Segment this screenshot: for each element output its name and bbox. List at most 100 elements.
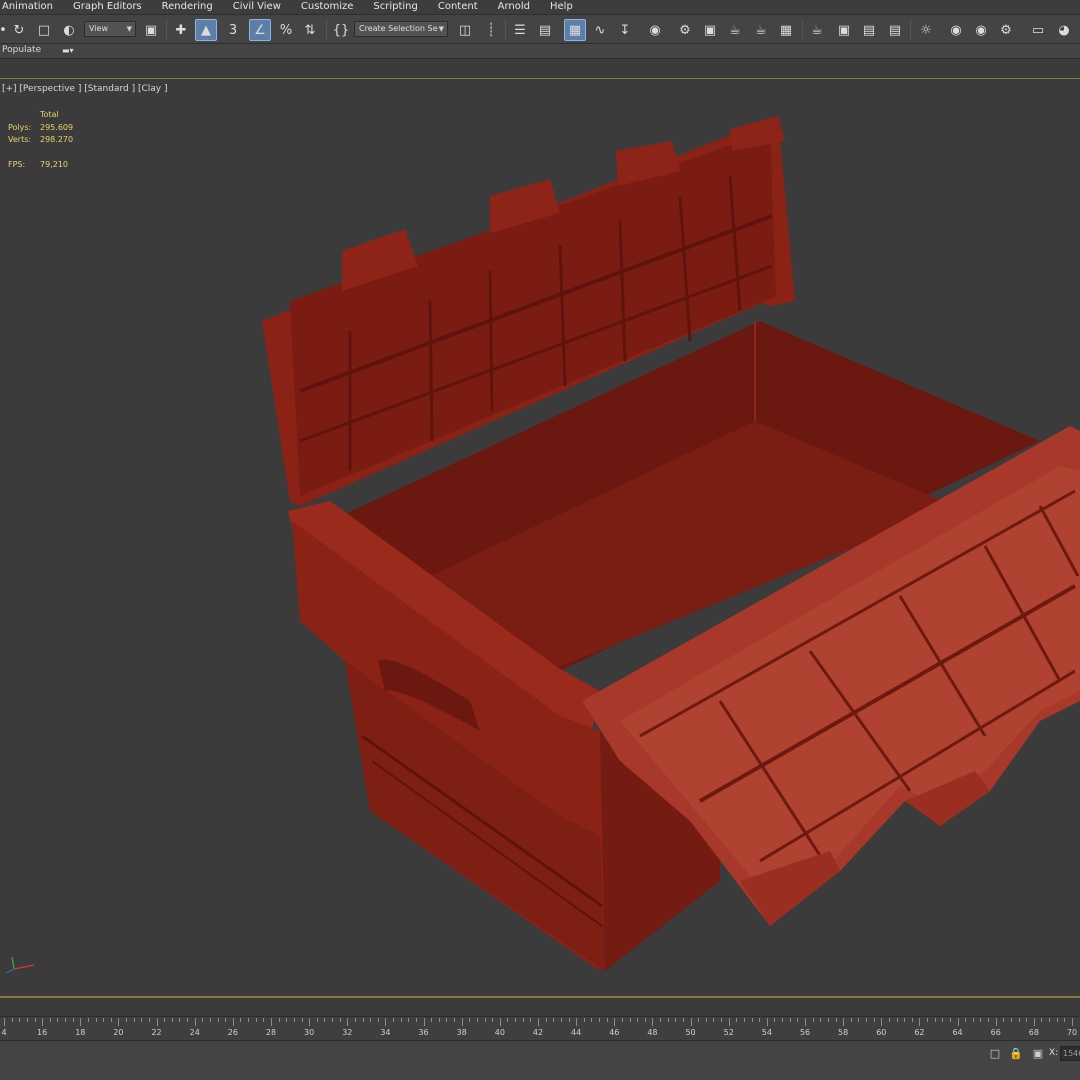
x-coord-field[interactable]: 1546 (1060, 1046, 1080, 1061)
perspective-viewport[interactable]: [+] [Perspective ] [Standard ] [Clay ] T… (0, 78, 1080, 996)
timeline-tick-label: 68 (1028, 1028, 1039, 1037)
menu-content[interactable]: Content (438, 0, 478, 14)
menu-animation[interactable]: Animation (2, 0, 53, 14)
menu-arnold[interactable]: Arnold (498, 0, 530, 14)
menu-customize[interactable]: Customize (301, 0, 354, 14)
render-iterative-icon[interactable]: ☕ (750, 19, 772, 41)
timeline-tick (347, 1018, 349, 1026)
scene-explorer-icon[interactable]: ☰ (509, 19, 531, 41)
menu-rendering[interactable]: Rendering (162, 0, 213, 14)
chevron-down-icon: ▼ (438, 25, 444, 33)
toolbar-divider (910, 20, 911, 40)
isolate-selection-icon[interactable]: □ (988, 1047, 1002, 1061)
crate-model[interactable] (0, 79, 1080, 996)
timeline-tick (698, 1018, 700, 1022)
timeline-tick (774, 1018, 776, 1022)
timeline-tick (690, 1018, 692, 1026)
menu-scripting[interactable]: Scripting (373, 0, 417, 14)
timeline-tick (988, 1018, 990, 1022)
use-pivot-center-icon[interactable]: ▣ (140, 19, 162, 41)
timeline-tick (26, 1018, 28, 1022)
render-region-icon[interactable]: ▭ (1027, 19, 1049, 41)
curve-editor-icon[interactable]: ∿ (589, 19, 611, 41)
window-crossing-icon[interactable]: ◐ (58, 19, 80, 41)
timeline-tick (957, 1018, 959, 1026)
timeline-tick (759, 1018, 761, 1022)
timeline-tick (782, 1018, 784, 1022)
edit-named-selection-icon[interactable]: {} (330, 19, 352, 41)
timeline-tick (469, 1018, 471, 1022)
timeline-tick-label: 56 (799, 1028, 811, 1037)
menu-graph-editors[interactable]: Graph Editors (73, 0, 142, 14)
arnold-log-icon[interactable]: ▤ (884, 19, 906, 41)
rendered-frame-window-icon[interactable]: ▣ (699, 19, 721, 41)
timeline-tick (1049, 1018, 1051, 1022)
timeline-tick (965, 1018, 967, 1022)
sound-icon[interactable]: ◉ (970, 19, 992, 41)
timeline-tick (171, 1018, 173, 1022)
timeline-tick (393, 1018, 395, 1022)
timeline-tick (164, 1018, 166, 1022)
arnold-render-icon[interactable]: ☕ (806, 19, 828, 41)
timeline-tick-label: 22 (151, 1028, 162, 1037)
timeline-tick (278, 1018, 280, 1022)
timeline-tick (1056, 1018, 1058, 1022)
time-slider[interactable] (0, 998, 1080, 1016)
spinner-snap-icon[interactable]: ⇅ (299, 19, 321, 41)
timeline-tick (339, 1018, 341, 1022)
select-region-icon[interactable]: □ (33, 19, 55, 41)
timeline-tick (454, 1018, 456, 1022)
layer-explorer-icon[interactable]: ▤ (534, 19, 556, 41)
ribbon-bar: Populate ▬▾ (0, 44, 1080, 59)
timeline-tick (423, 1018, 425, 1026)
angle-snap-icon[interactable]: ∠ (249, 19, 271, 41)
timeline-tick (606, 1018, 608, 1022)
timeline-tick (354, 1018, 356, 1022)
material-editor-icon[interactable]: ◉ (644, 19, 666, 41)
timeline-tick-label: 60 (876, 1028, 887, 1037)
schematic-view-icon[interactable]: ↧ (614, 19, 636, 41)
render-settings-icon[interactable]: ⚙ (995, 19, 1017, 41)
ribbon-populate-tab[interactable]: Populate (2, 45, 41, 55)
arnold-settings-icon[interactable]: ▤ (858, 19, 880, 41)
ribbon-toggle-icon[interactable]: ▦ (564, 19, 586, 41)
align-icon[interactable]: ┊ (480, 19, 502, 41)
redo-icon[interactable]: ↻ (8, 19, 30, 41)
timeline-tick (644, 1018, 646, 1022)
keyboard-shortcut-override-icon[interactable]: ▲ (195, 19, 217, 41)
menu-civil-view[interactable]: Civil View (233, 0, 281, 14)
timeline-tick (934, 1018, 936, 1022)
menu-help[interactable]: Help (550, 0, 573, 14)
absolute-mode-icon[interactable]: ▣ (1031, 1047, 1045, 1061)
timeline-tick (438, 1018, 440, 1022)
timeline-tick (873, 1018, 875, 1022)
arnold-renderview-icon[interactable]: ▣ (833, 19, 855, 41)
selection-lock-icon[interactable]: 🔒 (1009, 1047, 1023, 1061)
reference-coord-dropdown[interactable]: View ▼ (84, 21, 136, 37)
render-production-icon[interactable]: ☕ (724, 19, 746, 41)
track-bar[interactable]: 4 16 18 20 22 24 26 28 30 32 34 36 38 40 42 44 46 48 50 52 5… (0, 1016, 1080, 1040)
select-move-icon[interactable]: ✚ (170, 19, 192, 41)
ribbon-collapse-icon[interactable]: ▬▾ (62, 46, 82, 56)
timeline-tick (766, 1018, 768, 1026)
render-setup-icon[interactable]: ⚙ (674, 19, 696, 41)
timeline-tick (1041, 1018, 1043, 1022)
timeline-tick-label: 32 (342, 1028, 353, 1037)
timeline-tick (1072, 1018, 1073, 1026)
camera-icon[interactable]: ◉ (945, 19, 967, 41)
render-grid-icon[interactable]: ▦ (775, 19, 797, 41)
timeline-tick (209, 1018, 211, 1022)
mirror-icon[interactable]: ◫ (454, 19, 476, 41)
timeline-tick (49, 1018, 51, 1022)
selection-set-value: Create Selection Se (359, 24, 438, 33)
sky-dome-icon[interactable]: ◕ (1053, 19, 1075, 41)
timeline-tick (80, 1018, 82, 1026)
timeline-tick (492, 1018, 494, 1022)
selection-set-dropdown[interactable]: Create Selection Se ▼ (354, 21, 448, 37)
percent-snap-icon[interactable]: % (275, 19, 297, 41)
timeline-tick (148, 1018, 150, 1022)
timeline-tick (187, 1018, 189, 1022)
light-icon[interactable]: ☼ (915, 19, 937, 41)
timeline-tick (400, 1018, 402, 1022)
snaps-toggle-icon[interactable]: 3 (222, 19, 244, 41)
